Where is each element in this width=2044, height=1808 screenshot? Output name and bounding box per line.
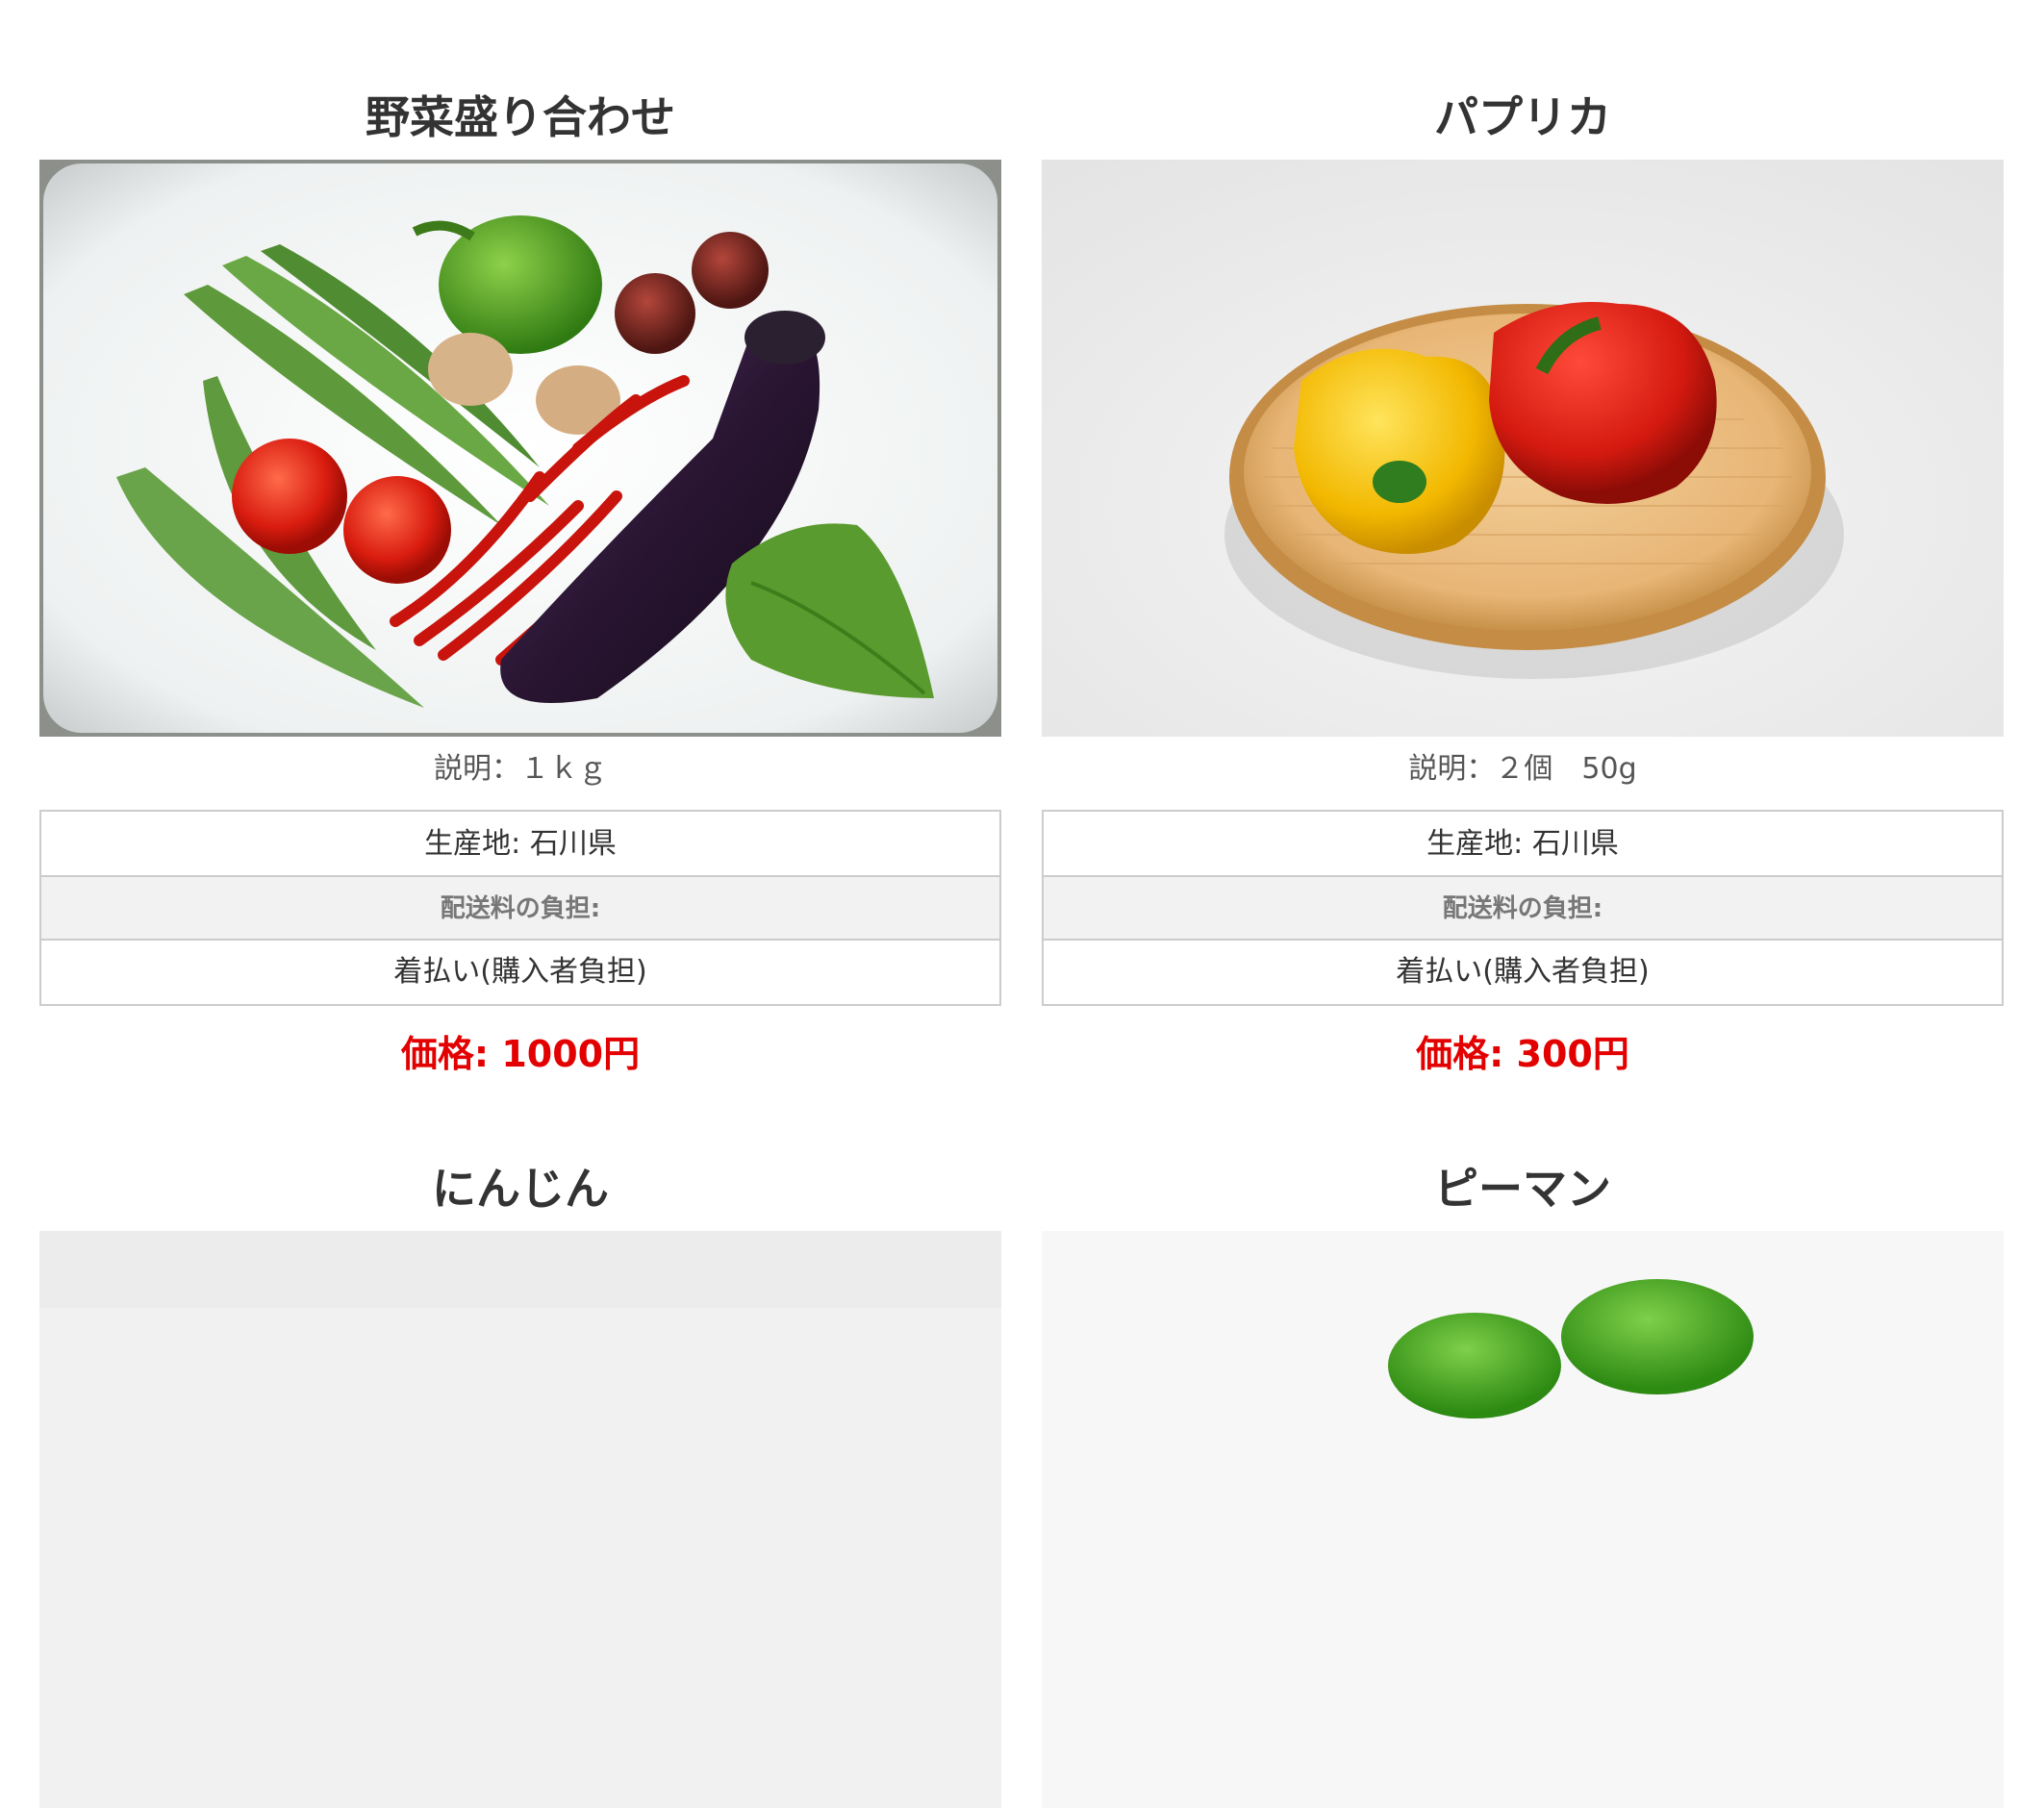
product-title: ピーマン (1434, 1163, 1611, 1215)
origin-row: 生産地: 石川県 (41, 812, 999, 877)
product-price: 価格: 300円 (1416, 1033, 1629, 1075)
product-card: 野菜盛り合わせ 説明：１ｋｇ 生産地: 石川県 配送料の負担: 着払い(購入者負… (39, 75, 1001, 1081)
green-pepper-photo[interactable] (1042, 1231, 2004, 1808)
product-title: 野菜盛り合わせ (366, 91, 675, 143)
product-description: 説明：１ｋｇ (434, 752, 607, 786)
product-description: 説明：２個 50g (1408, 752, 1637, 786)
shipping-value: 着払い(購入者負担) (393, 955, 647, 989)
product-title: にんじん (432, 1163, 609, 1215)
shipping-header: 配送料の負担: (41, 877, 999, 941)
product-price: 価格: 1000円 (400, 1033, 641, 1075)
paprika-photo[interactable] (1042, 160, 2004, 737)
product-card: パプリカ 説明：２個 50g 生産地: 石川県 配送料の負担: 着払い(購入者負… (1042, 75, 2004, 1081)
vegetable-assortment-photo[interactable] (39, 160, 1001, 737)
shipping-value: 着払い(購入者負担) (1396, 955, 1650, 989)
product-card: にんじん (39, 1146, 1001, 1808)
product-title: パプリカ (1434, 91, 1611, 143)
origin-row: 生産地: 石川県 (1044, 812, 2002, 877)
product-grid: 野菜盛り合わせ 説明：１ｋｇ 生産地: 石川県 配送料の負担: 着払い(購入者負… (39, 75, 2004, 1808)
carrot-photo[interactable] (39, 1231, 1001, 1808)
product-card: ピーマン (1042, 1146, 2004, 1808)
product-info-table: 生産地: 石川県 配送料の負担: 着払い(購入者負担) (1042, 810, 2004, 1006)
shipping-header: 配送料の負担: (1044, 877, 2002, 941)
product-info-table: 生産地: 石川県 配送料の負担: 着払い(購入者負担) (39, 810, 1001, 1006)
